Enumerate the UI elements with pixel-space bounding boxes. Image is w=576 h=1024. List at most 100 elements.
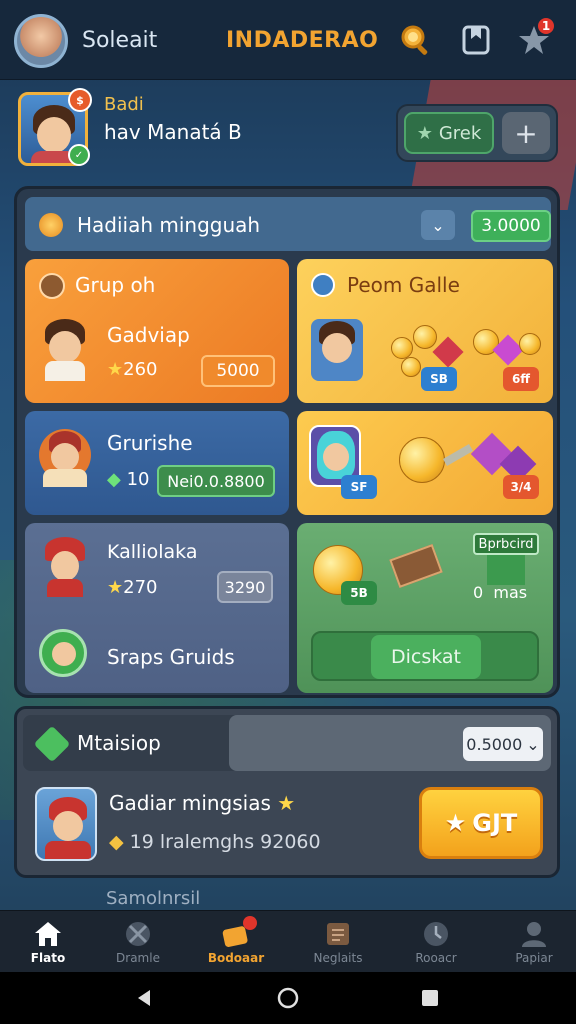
- treasure-card[interactable]: 5B Bprbcird 0 mas Dicskat: [297, 523, 553, 693]
- prize-gallery-card[interactable]: Peom Galle SB 6ff: [297, 259, 553, 403]
- panel-title: Hadiiah mingguah: [77, 213, 261, 237]
- character-avatar: [39, 537, 91, 599]
- character-avatar: [39, 319, 91, 381]
- bonus-items-card[interactable]: SF 3/4: [297, 411, 553, 515]
- treasure-count: 0 mas: [473, 583, 528, 602]
- get-button-label: GJT: [472, 809, 518, 837]
- user-avatar[interactable]: [14, 14, 68, 68]
- group-card[interactable]: Grup oh Gadviap ★260 5000: [25, 259, 289, 403]
- notification-badge: 1: [536, 16, 556, 36]
- system-navigation-bar: [0, 972, 576, 1024]
- nav-label: Dramle: [116, 950, 160, 965]
- character-avatar: [39, 629, 87, 677]
- gem-icon: ◆: [107, 469, 121, 490]
- shop-section: Mtaisiop 0.5000 ⌄ Gadiar mingsias ★ ◆ 19…: [14, 706, 560, 878]
- card-tag: 6ff: [503, 367, 539, 391]
- star-icon: ★: [416, 122, 433, 144]
- game-title: INDADERAO: [226, 28, 379, 53]
- kalliolaka-card[interactable]: Kalliolaka ★270 3290 Sraps Gruids: [25, 523, 289, 693]
- greek-button-label: Grek: [438, 122, 482, 144]
- home-circle-icon[interactable]: [276, 986, 300, 1010]
- shield-icon: ◆: [109, 831, 124, 853]
- nav-item-clock[interactable]: Rooacr: [388, 911, 484, 973]
- nav-item-home[interactable]: Flato: [0, 911, 96, 973]
- profile-actions: ★ Grek +: [396, 104, 558, 162]
- compass-icon: [39, 273, 65, 299]
- person-icon: [519, 920, 549, 948]
- weekly-reward-panel: Hadiiah mingguah ⌄ 3.0000 Grup oh Gadvia…: [14, 186, 560, 698]
- next-section-title: Samolnrsil: [106, 888, 201, 909]
- nav-item-battle[interactable]: Dramle: [90, 911, 186, 973]
- add-button[interactable]: +: [502, 112, 550, 154]
- coin-badge-icon: $: [68, 88, 92, 112]
- user-name: Soleait: [82, 28, 158, 53]
- favorites-icon[interactable]: 1: [516, 16, 556, 58]
- back-icon[interactable]: [132, 986, 156, 1010]
- gift-box-icon: [487, 555, 525, 585]
- grurishe-value: Nei0.0.8800: [157, 465, 275, 497]
- get-button[interactable]: ★ GJT: [419, 787, 543, 859]
- nav-item-profile[interactable]: Papiar: [486, 911, 576, 973]
- nav-label: Flato: [30, 950, 66, 965]
- kalliolaka-name: Kalliolaka: [107, 541, 198, 563]
- shop-offer-detail: ◆ 19 lralemghs 92060: [109, 831, 321, 853]
- collect-button-frame: Dicskat: [311, 631, 539, 681]
- card-tag: SB: [421, 367, 457, 391]
- ruby-icon: [432, 336, 464, 368]
- collect-button[interactable]: Dicskat: [371, 635, 481, 679]
- star-icon: ★: [444, 809, 467, 837]
- panel-header: Hadiiah mingguah ⌄ 3.0000: [25, 197, 551, 251]
- group-card-value: 5000: [201, 355, 275, 387]
- card-tag: SF: [341, 475, 377, 499]
- top-bar: Soleait INDADERAO 1: [0, 0, 576, 80]
- chest-icon: [389, 544, 443, 588]
- star-icon: ★: [277, 791, 296, 815]
- check-badge-icon: ✓: [68, 144, 90, 166]
- sword-icon: [443, 444, 473, 466]
- shop-offer-title: Gadiar mingsias ★: [109, 791, 296, 815]
- nav-label: Papiar: [515, 950, 553, 965]
- grurishe-count: ◆ 10: [107, 469, 150, 490]
- reward-icon: [39, 213, 63, 237]
- prize-card-header: Peom Galle: [347, 273, 460, 297]
- nav-item-tasks[interactable]: Neglaits: [290, 911, 386, 973]
- profile-card: $ ✓ Badi hav Manatá B ★ Grek +: [0, 86, 576, 176]
- coin-icon: [519, 333, 541, 355]
- profile-rank: Badi: [104, 94, 144, 115]
- card-tag: 5B: [341, 581, 377, 605]
- kalliolaka-stars: ★270: [107, 577, 158, 598]
- greek-button[interactable]: ★ Grek: [404, 112, 494, 154]
- nav-label: Rooacr: [415, 950, 457, 965]
- clock-icon: [421, 920, 451, 948]
- shop-header: Mtaisiop 0.5000 ⌄: [23, 715, 551, 771]
- coin-icon: [391, 337, 413, 359]
- panel-value[interactable]: 3.0000: [471, 210, 551, 242]
- shop-dropdown[interactable]: 0.5000 ⌄: [463, 727, 543, 761]
- recents-icon[interactable]: [418, 986, 442, 1010]
- home-icon: [33, 920, 63, 948]
- group-card-stars: ★260: [107, 359, 158, 380]
- search-icon[interactable]: [398, 22, 434, 58]
- treasure-icon: [221, 915, 257, 948]
- coin-icon: [401, 357, 421, 377]
- bottom-navigation: Flato Dramle Bodoaar Neglaits Rooacr Pap…: [0, 910, 576, 972]
- shop-title: Mtaisiop: [77, 731, 161, 755]
- card-tag: 3/4: [503, 475, 539, 499]
- nav-label: Neglaits: [313, 950, 363, 965]
- grurishe-card[interactable]: Grurishe ◆ 10 Nei0.0.8800: [25, 411, 289, 515]
- nav-label: Bodoaar: [207, 950, 265, 965]
- coin-icon: [413, 325, 437, 349]
- grurishe-name: Grurishe: [107, 431, 193, 455]
- kalliolaka-footer: Sraps Gruids: [107, 645, 235, 669]
- chevron-down-icon[interactable]: ⌄: [421, 210, 455, 240]
- group-card-header: Grup oh: [75, 273, 156, 297]
- chevron-down-icon: ⌄: [526, 734, 540, 754]
- group-card-name: Gadviap: [107, 323, 190, 347]
- bookmark-icon[interactable]: [458, 22, 494, 58]
- nav-item-shop[interactable]: Bodoaar: [188, 911, 284, 973]
- scroll-icon: [323, 920, 353, 948]
- star-icon: ★: [107, 359, 124, 380]
- sword-icon: [311, 273, 335, 297]
- profile-name: hav Manatá B: [104, 120, 242, 144]
- gem-icon: [33, 725, 71, 763]
